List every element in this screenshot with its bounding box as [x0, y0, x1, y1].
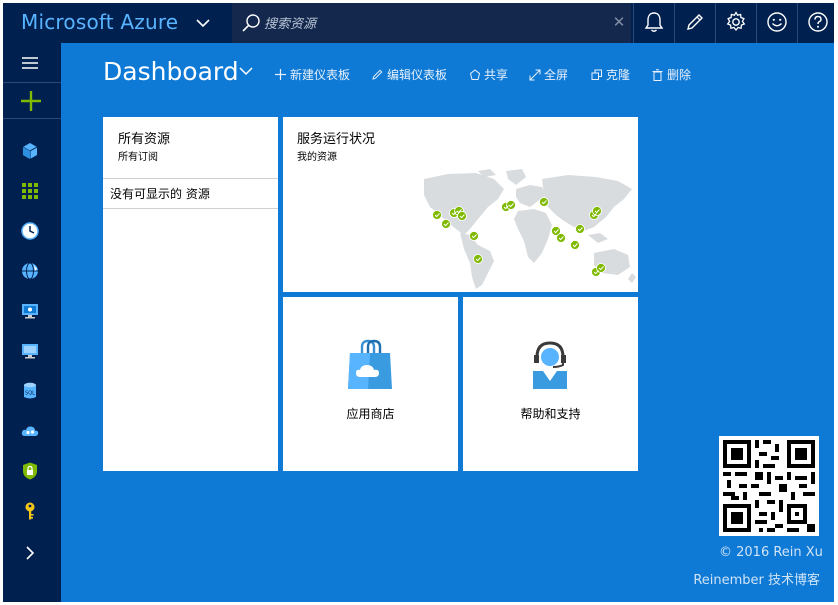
nav-key-vaults[interactable] [3, 491, 61, 531]
search-box: ✕ [232, 3, 631, 43]
divider [103, 178, 278, 179]
resource-cube-icon [22, 143, 38, 159]
left-navigation: SQL [3, 43, 61, 602]
marketplace-tile[interactable]: 应用商店 [283, 297, 458, 471]
nav-menu-toggle[interactable] [3, 43, 61, 83]
edit-settings-button[interactable] [674, 3, 715, 43]
nav-cloud-services[interactable] [3, 411, 61, 451]
svg-text:SQL: SQL [25, 391, 35, 397]
share-icon [469, 69, 481, 80]
help-button[interactable] [797, 3, 834, 43]
gear-icon [726, 11, 746, 32]
chevron-down-icon [196, 19, 210, 28]
expand-chevron-icon [26, 546, 35, 560]
nav-virtual-machines-classic[interactable] [3, 291, 61, 331]
feedback-button[interactable] [756, 3, 797, 43]
copyright-text: © 2016 Rein Xu [719, 545, 823, 560]
all-resources-subtitle: 所有订阅 [118, 152, 158, 163]
nav-expand[interactable] [3, 533, 61, 573]
pencil-icon [687, 14, 703, 30]
cloud-services-icon [21, 426, 39, 436]
marketplace-label: 应用商店 [346, 407, 395, 421]
nav-new[interactable] [3, 80, 61, 120]
delete-button[interactable]: 删除 [652, 67, 698, 83]
clock-icon [21, 222, 39, 240]
hamburger-menu-icon [22, 57, 38, 69]
edit-dashboard-label: 编辑仪表板 [387, 68, 448, 82]
notifications-button[interactable] [633, 3, 674, 43]
smiley-icon [767, 12, 787, 32]
help-icon [808, 12, 828, 32]
nav-resource-groups[interactable] [3, 131, 61, 171]
support-person-icon [533, 341, 567, 389]
grid-apps-icon [22, 183, 38, 199]
clone-icon [591, 69, 602, 80]
fullscreen-label: 全屏 [544, 68, 569, 82]
new-dashboard-label: 新建仪表板 [290, 68, 351, 82]
nav-recent[interactable] [3, 211, 61, 251]
service-health-subtitle: 我的资源 [297, 152, 337, 163]
bell-icon [644, 12, 664, 32]
monitor-icon [22, 304, 38, 319]
security-lock-icon [23, 462, 37, 480]
delete-label: 删除 [667, 68, 692, 82]
globe-icon [22, 262, 38, 280]
search-clear-icon[interactable]: ✕ [610, 12, 628, 32]
plus-icon [275, 69, 286, 80]
new-plus-icon [21, 91, 41, 111]
clone-button[interactable]: 克隆 [591, 67, 637, 83]
nav-security-center[interactable] [3, 451, 61, 491]
all-resources-tile[interactable]: 所有资源 所有订阅 没有可显示的 资源 [103, 117, 278, 471]
dashboard-chevron-down-icon[interactable] [239, 66, 253, 76]
fullscreen-icon [529, 69, 541, 81]
nav-app-services[interactable] [3, 251, 61, 291]
share-label: 共享 [484, 68, 509, 82]
new-dashboard-button[interactable]: 新建仪表板 [275, 67, 357, 83]
search-input[interactable] [262, 12, 606, 36]
edit-dashboard-button[interactable]: 编辑仪表板 [372, 67, 454, 83]
all-resources-title: 所有资源 [118, 132, 171, 147]
brand-menu[interactable]: Microsoft Azure [3, 3, 230, 43]
sql-database-icon: SQL [24, 382, 36, 399]
top-bar: Microsoft Azure ✕ [3, 3, 834, 43]
trash-icon [652, 69, 663, 81]
divider [103, 208, 278, 209]
world-map [424, 169, 636, 289]
fullscreen-button[interactable]: 全屏 [529, 67, 575, 83]
clone-label: 克隆 [606, 68, 631, 82]
azure-portal-window: Microsoft Azure ✕ [3, 3, 834, 602]
nav-sql-databases[interactable]: SQL [3, 371, 61, 411]
share-button[interactable]: 共享 [469, 67, 515, 83]
app-title: Microsoft Azure [21, 10, 179, 34]
search-icon [242, 14, 260, 32]
pencil-icon [372, 69, 383, 80]
qr-code-image [719, 436, 819, 536]
nav-divider [3, 118, 61, 119]
virtual-machine-icon [22, 344, 38, 359]
nav-all-resources[interactable] [3, 171, 61, 211]
dashboard-title[interactable]: Dashboard [103, 57, 239, 86]
service-health-title: 服务运行状况 [297, 132, 376, 147]
service-health-tile[interactable]: 服务运行状况 我的资源 [283, 117, 638, 292]
key-icon [25, 502, 35, 520]
settings-button[interactable] [715, 3, 756, 43]
help-support-tile[interactable]: 帮助和支持 [463, 297, 638, 471]
shopping-bag-icon [348, 339, 392, 389]
help-support-label: 帮助和支持 [520, 407, 581, 421]
no-resources-message: 没有可显示的 资源 [110, 187, 210, 201]
nav-virtual-machines[interactable] [3, 331, 61, 371]
blog-name-text: Reinember 技术博客 [693, 573, 820, 588]
